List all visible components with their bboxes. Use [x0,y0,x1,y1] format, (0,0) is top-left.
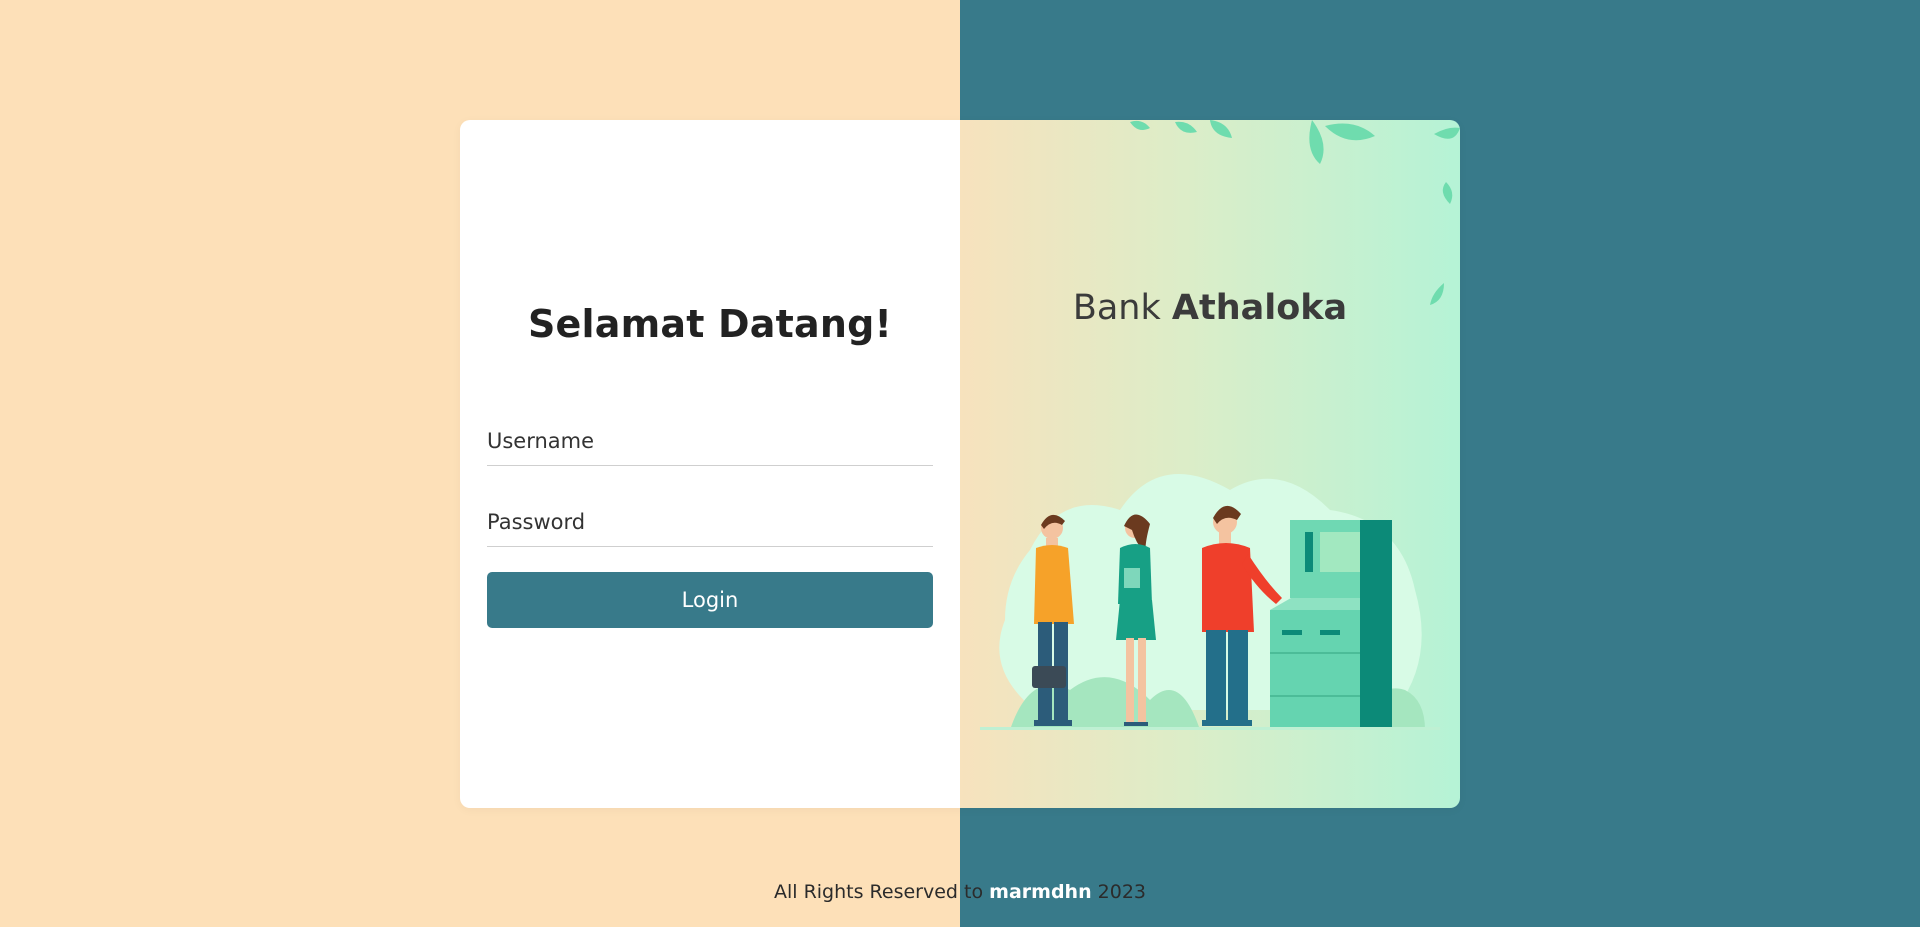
welcome-title: Selamat Datang! [527,302,893,346]
brand-logo: Bank Athaloka [960,288,1460,328]
login-button[interactable]: Login [487,572,933,628]
login-panel: Selamat Datang! Login [460,120,960,808]
brand-prefix: Bank [1072,288,1161,328]
footer: All Rights Reserved to marmdhn 2023 [0,881,1920,903]
atm-queue-illustration-icon [980,474,1440,730]
username-field[interactable] [487,422,933,466]
password-field[interactable] [487,503,933,547]
login-card: Selamat Datang! Login Bank Athaloka [460,120,1460,808]
footer-owner-link[interactable]: marmdhn [989,881,1091,903]
brand-name: Athaloka [1171,288,1348,328]
footer-year: 2023 [1097,881,1147,903]
password-input[interactable] [487,510,933,534]
footer-prefix: All Rights Reserved to [773,881,984,903]
brand-panel: Bank Athaloka [960,120,1460,808]
username-input[interactable] [487,429,933,453]
